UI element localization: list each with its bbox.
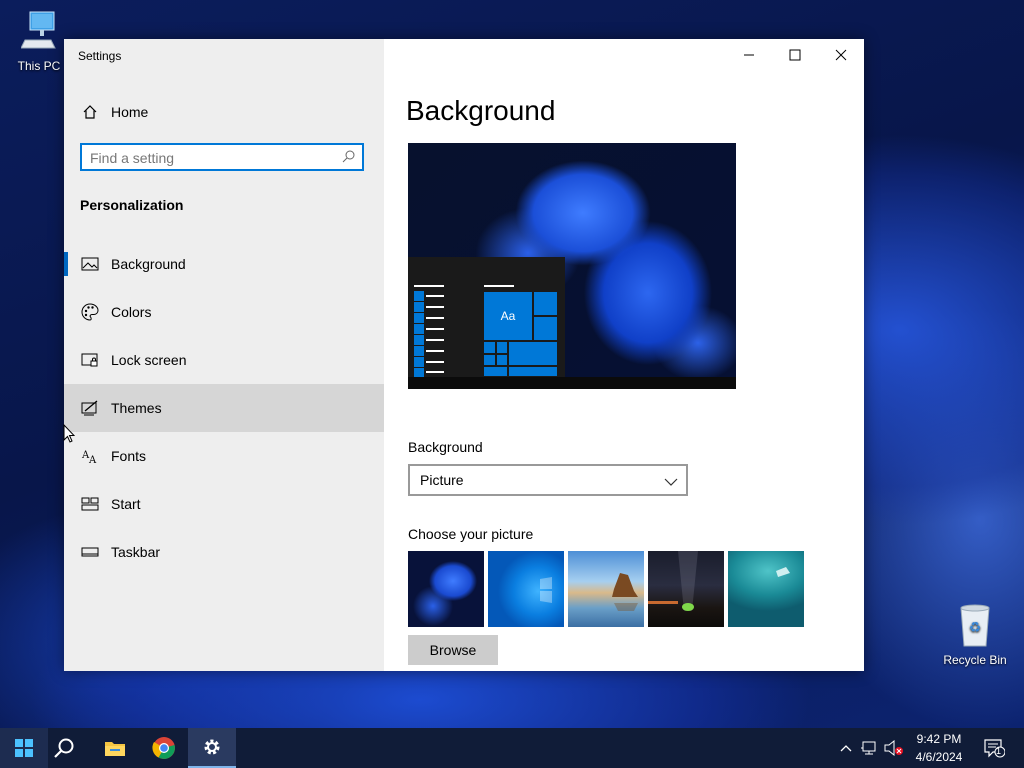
- themes-icon: [80, 398, 100, 418]
- network-button[interactable]: [860, 738, 880, 758]
- computer-icon: [20, 11, 56, 49]
- search-input[interactable]: [88, 148, 332, 168]
- search-icon: [342, 149, 356, 168]
- clock-time: 9:42 PM: [916, 732, 962, 746]
- settings-window: Settings Home Personalization Background: [64, 39, 864, 671]
- sidebar-item-label: Fonts: [111, 448, 147, 464]
- picture-icon: [80, 254, 100, 274]
- mouse-cursor-icon: [63, 424, 75, 443]
- chevron-down-icon: [664, 474, 678, 492]
- recycle-bin-label: Recycle Bin: [943, 653, 1007, 667]
- picture-thumbnail-4[interactable]: [648, 551, 724, 627]
- search-icon: [54, 738, 74, 758]
- svg-text:♻: ♻: [969, 620, 982, 636]
- gear-icon: [204, 739, 220, 755]
- recycle-bin-icon: ♻: [960, 604, 990, 647]
- sidebar-item-taskbar[interactable]: Taskbar: [64, 528, 384, 576]
- window-title: Settings: [78, 49, 122, 63]
- search-box[interactable]: [80, 143, 364, 171]
- browse-button[interactable]: Browse: [408, 635, 498, 665]
- taskbar-icon: [80, 542, 100, 562]
- sidebar-item-label: Lock screen: [111, 352, 187, 368]
- sidebar-item-fonts[interactable]: AA Fonts: [64, 432, 384, 480]
- notification-count: 1: [996, 746, 1002, 756]
- sidebar-item-label: Taskbar: [111, 544, 161, 560]
- lock-screen-icon: [80, 350, 100, 370]
- file-explorer-icon: [105, 742, 125, 756]
- sidebar-item-label: Themes: [111, 400, 162, 416]
- network-icon: [861, 741, 876, 755]
- palette-icon: [80, 302, 100, 322]
- sidebar-item-colors[interactable]: Colors: [64, 288, 384, 336]
- search-button[interactable]: [40, 728, 88, 768]
- picture-thumbnail-3[interactable]: [568, 551, 644, 627]
- background-preview: Aa: [408, 143, 736, 389]
- background-dropdown[interactable]: Picture: [408, 464, 688, 496]
- sidebar-item-themes[interactable]: Themes: [64, 384, 384, 432]
- file-explorer-button[interactable]: [91, 728, 139, 768]
- chevron-up-icon: [840, 745, 852, 752]
- chrome-icon: [152, 737, 175, 759]
- settings-taskbar-button[interactable]: [188, 728, 236, 768]
- home-icon: [80, 102, 100, 122]
- home-nav-item[interactable]: Home: [64, 88, 384, 136]
- windows-logo-icon: [540, 577, 552, 603]
- preview-tile-text: Aa: [500, 309, 516, 323]
- sidebar-item-start[interactable]: Start: [64, 480, 384, 528]
- sidebar: Settings Home Personalization Background: [64, 39, 384, 671]
- page-title: Background: [406, 95, 556, 126]
- picture-thumbnail-5[interactable]: [728, 551, 804, 627]
- start-icon: [80, 494, 100, 514]
- windows-start-icon: [15, 739, 33, 757]
- preview-taskbar: [408, 377, 736, 389]
- clock[interactable]: 9:42 PM 4/6/2024: [904, 730, 974, 766]
- choose-picture-label: Choose your picture: [408, 526, 534, 542]
- svg-text:A: A: [88, 455, 97, 464]
- preview-start-menu: Aa: [408, 257, 565, 378]
- volume-muted-icon: [884, 740, 903, 756]
- sidebar-item-background[interactable]: Background: [64, 240, 384, 288]
- volume-button[interactable]: [884, 738, 904, 758]
- picture-thumbnail-1[interactable]: [408, 551, 484, 627]
- sidebar-item-lock-screen[interactable]: Lock screen: [64, 336, 384, 384]
- fonts-icon: AA: [80, 446, 100, 466]
- picture-thumbnail-2[interactable]: [488, 551, 564, 627]
- sidebar-item-label: Start: [111, 496, 141, 512]
- home-label: Home: [111, 104, 149, 120]
- chrome-button[interactable]: [140, 728, 188, 768]
- background-label: Background: [408, 439, 483, 455]
- recycle-bin-shortcut[interactable]: ♻ Recycle Bin: [940, 604, 1010, 667]
- background-dropdown-value: Picture: [420, 472, 464, 488]
- sidebar-item-label: Background: [111, 256, 186, 272]
- action-center-button[interactable]: 1: [982, 738, 1006, 758]
- section-heading: Personalization: [80, 197, 184, 213]
- sidebar-item-label: Colors: [111, 304, 152, 320]
- content-pane: Background Aa Background Picture Choose …: [384, 39, 864, 671]
- notification-icon: [984, 739, 1005, 758]
- preview-tile: Aa: [483, 291, 533, 341]
- clock-date: 4/6/2024: [915, 750, 963, 764]
- taskbar: 9:42 PM 4/6/2024 1: [0, 728, 1024, 768]
- show-hidden-icons-button[interactable]: [836, 738, 856, 758]
